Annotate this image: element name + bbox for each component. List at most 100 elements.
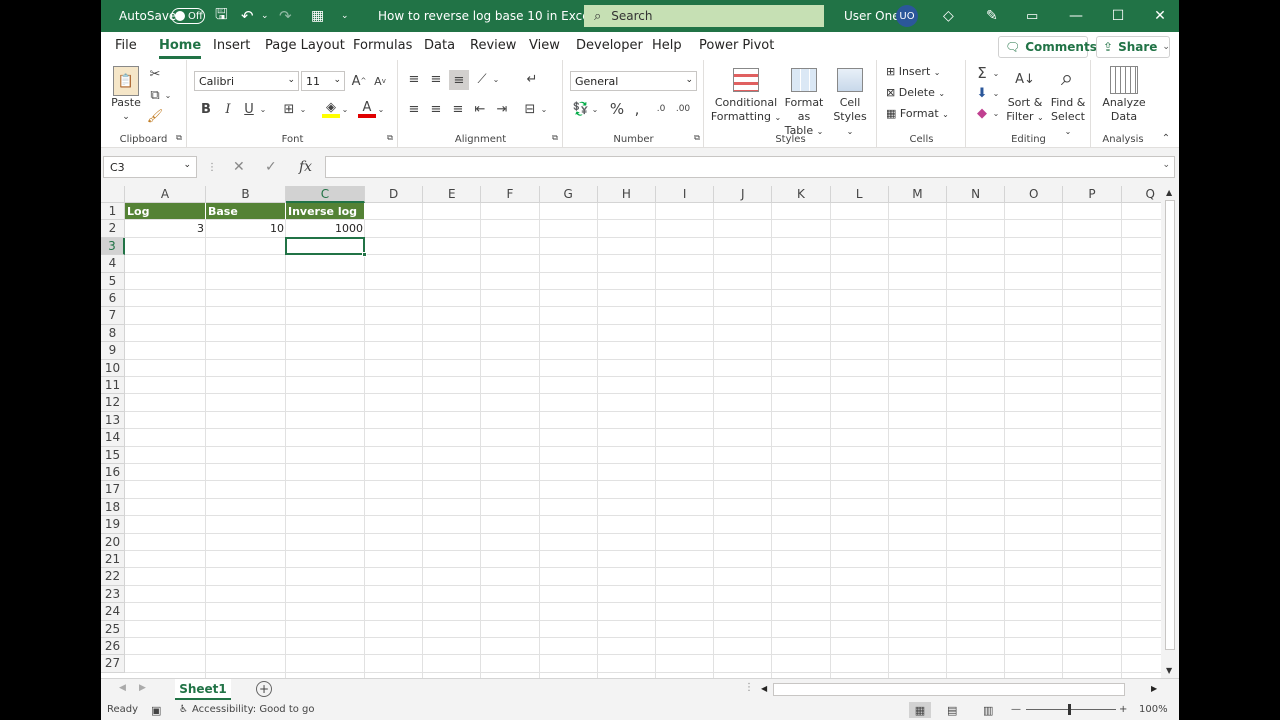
row-header-26[interactable]: 26 [101,638,125,656]
select-all-corner[interactable] [101,186,125,203]
accessibility-status[interactable]: ♿ Accessibility: Good to go [179,704,315,715]
comma-style-icon[interactable]: , [630,100,644,118]
search-box[interactable]: ⌕ Search [584,5,824,27]
scroll-left-icon[interactable]: ◀ [761,684,767,693]
row-header-11[interactable]: 11 [101,377,125,395]
row-header-12[interactable]: 12 [101,394,125,412]
underline-button[interactable]: U [241,100,257,118]
row-header-4[interactable]: 4 [101,255,125,273]
row-header-9[interactable]: 9 [101,342,125,360]
formula-input[interactable]: ⌄ [325,156,1175,178]
scroll-right-icon[interactable]: ▶ [1151,684,1157,693]
accounting-format-icon[interactable]: 💱 [572,100,590,118]
font-name-select[interactable]: Calibri ⌄ [194,71,299,91]
find-select-icon[interactable]: ⌕ [1053,64,1081,92]
column-header-p[interactable]: P [1063,186,1122,203]
column-header-g[interactable]: G [539,186,598,203]
minimize-button[interactable]: — [1053,0,1099,32]
autosum-icon[interactable]: Σ [973,64,991,82]
autosum-dropdown-icon[interactable]: ⌄ [991,64,1001,82]
fill-icon[interactable]: ⬇ [973,84,991,102]
decrease-decimal-icon[interactable]: .00 [674,100,692,118]
save-icon[interactable]: 🖫 [215,0,228,32]
row-header-1[interactable]: 1 [101,203,125,221]
font-size-select[interactable]: 11 ⌄ [301,71,345,91]
dialog-launcher-icon[interactable]: ⧉ [385,133,395,143]
copy-icon[interactable]: ⧉ [147,87,163,103]
row-header-3[interactable]: 3 [101,237,125,256]
split-handle-icon[interactable]: ⋮ [744,682,754,693]
cell-c2[interactable]: 1000 [286,220,365,236]
vertical-scroll-thumb[interactable] [1165,200,1175,650]
row-header-25[interactable]: 25 [101,620,125,638]
row-header-19[interactable]: 19 [101,516,125,534]
ribbon-display-icon[interactable]: ▭ [1026,0,1038,32]
orientation-dropdown-icon[interactable]: ⌄ [491,70,501,88]
pen-icon[interactable]: ✎ [986,0,998,32]
tab-file[interactable]: File [115,38,137,53]
document-title[interactable]: How to reverse log base 10 in Excel ⌄ [378,0,605,32]
redo-icon[interactable]: ↷ [279,0,292,32]
dialog-launcher-icon[interactable]: ⧉ [550,133,560,143]
share-button[interactable]: ⇪ Share ⌄ [1096,36,1170,58]
row-header-16[interactable]: 16 [101,464,125,482]
horizontal-scroll-thumb[interactable] [773,683,1125,696]
italic-button[interactable]: I [220,100,236,118]
column-header-n[interactable]: N [947,186,1006,203]
undo-dropdown-icon[interactable]: ⌄ [261,0,269,32]
row-header-7[interactable]: 7 [101,307,125,325]
borders-icon[interactable]: ⊞ [280,100,298,118]
row-header-10[interactable]: 10 [101,359,125,377]
row-header-17[interactable]: 17 [101,481,125,499]
clear-dropdown-icon[interactable]: ⌄ [991,104,1001,122]
conditional-formatting-icon[interactable] [733,68,759,92]
zoom-slider-thumb[interactable] [1068,704,1071,715]
format-painter-icon[interactable]: 🖌 [147,108,164,124]
format-as-table-button[interactable]: Format as Table ⌄ [779,96,829,139]
wrap-text-icon[interactable]: ↵ [523,70,541,88]
zoom-out-icon[interactable]: — [1011,704,1021,715]
sort-filter-button[interactable]: Sort & Filter ⌄ [1005,96,1045,125]
scroll-up-icon[interactable]: ▲ [1166,188,1172,197]
column-header-o[interactable]: O [1005,186,1064,203]
row-header-5[interactable]: 5 [101,272,125,290]
column-header-j[interactable]: J [714,186,773,203]
add-sheet-icon[interactable]: + [256,681,272,697]
tab-view[interactable]: View [529,38,560,53]
customize-qat-icon[interactable]: ⌄ [341,0,349,32]
delete-cells-button[interactable]: ⊠ Delete ⌄ [886,86,945,101]
macro-record-icon[interactable]: ▣ [151,704,161,717]
underline-dropdown-icon[interactable]: ⌄ [258,100,268,118]
align-center-icon[interactable]: ≡ [427,100,445,118]
clear-icon[interactable]: ◆ [973,104,991,122]
font-color-dropdown-icon[interactable]: ⌄ [376,100,386,118]
sheet-tab-sheet1[interactable]: Sheet1 [175,679,231,700]
conditional-formatting-button[interactable]: Conditional Formatting ⌄ [709,96,783,125]
cell-c1[interactable]: Inverse log [286,203,365,220]
worksheet-grid[interactable]: A B C D E F G H I J K L M N O P Q 1 2 3 4 5 6 7 8 9 10 11 12 13 14 15 16… [101,186,1161,678]
page-break-view-icon[interactable]: ▥ [983,704,993,717]
prev-sheet-icon[interactable]: ◀ [119,683,126,693]
top-align-icon[interactable]: ≡ [405,70,423,88]
paste-button[interactable]: Paste [107,96,145,110]
bottom-align-icon[interactable]: ≡ [449,70,469,90]
form-icon[interactable]: ▦ [311,0,324,32]
name-box[interactable]: C3 ⌄ [103,156,197,178]
column-header-i[interactable]: I [656,186,715,203]
tab-insert[interactable]: Insert [213,38,250,53]
row-header-18[interactable]: 18 [101,498,125,517]
row-header-2[interactable]: 2 [101,220,125,238]
column-header-h[interactable]: H [597,186,656,203]
diamond-icon[interactable]: ◇ [943,0,954,32]
fill-color-dropdown-icon[interactable]: ⌄ [340,100,350,118]
format-as-table-icon[interactable] [791,68,817,92]
tab-data[interactable]: Data [424,38,455,53]
insert-cells-button[interactable]: ⊞ Insert ⌄ [886,65,940,80]
row-header-13[interactable]: 13 [101,411,125,430]
row-header-14[interactable]: 14 [101,429,125,447]
analyze-data-button[interactable]: Analyze Data [1096,96,1152,124]
zoom-level[interactable]: 100% [1139,704,1168,715]
middle-align-icon[interactable]: ≡ [427,70,445,88]
fill-handle[interactable] [362,252,367,258]
find-select-button[interactable]: Find & Select ⌄ [1047,96,1089,139]
